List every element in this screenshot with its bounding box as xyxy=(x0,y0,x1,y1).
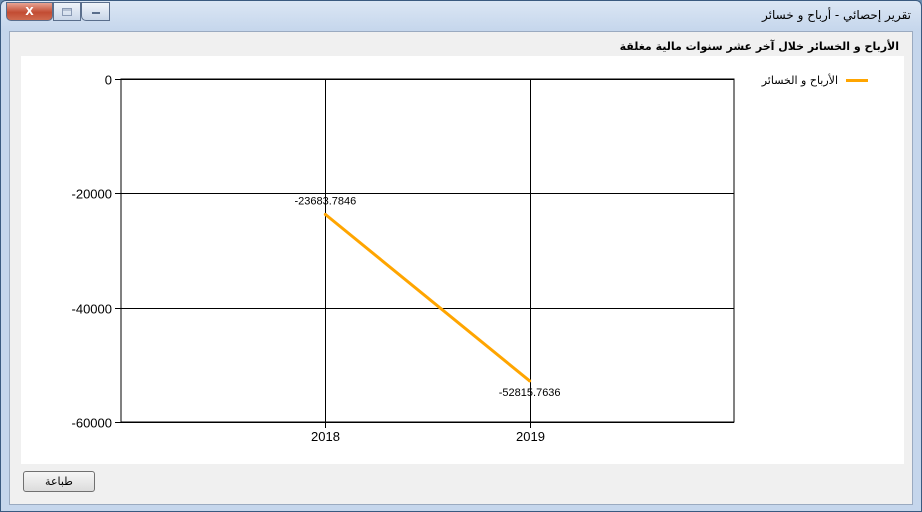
y-tick-label: -40000 xyxy=(72,302,112,317)
report-heading: الأرباح و الخسائر خلال آخر عشر سنوات مال… xyxy=(619,40,899,53)
legend-label: الأرباح و الخسائر xyxy=(761,74,838,87)
data-label: -52815.7636 xyxy=(499,387,561,399)
maximize-icon xyxy=(62,7,72,16)
client-area: الأرباح و الخسائر خلال آخر عشر سنوات مال… xyxy=(9,31,913,505)
x-tick-label: 2018 xyxy=(311,429,340,444)
data-label: -23683.7846 xyxy=(294,195,356,207)
x-tick-label: 2019 xyxy=(516,429,545,444)
minimize-icon xyxy=(91,11,100,14)
data-point xyxy=(528,379,532,383)
data-point xyxy=(323,212,327,216)
minimize-button[interactable] xyxy=(81,2,110,21)
close-button[interactable]: X xyxy=(6,2,53,21)
chart-legend: الأرباح و الخسائر xyxy=(762,74,868,87)
chart-panel: 0 -20000 -40000 -60000 2018 2019 -23683.7846 -5… xyxy=(21,56,904,464)
y-tick-label: -60000 xyxy=(72,416,112,431)
legend-swatch xyxy=(846,79,868,82)
y-tick-label: -20000 xyxy=(72,187,112,202)
title-bar[interactable]: X تقرير إحصائي - أرباح و خسائر xyxy=(1,1,921,31)
y-tick-label: 0 xyxy=(105,73,112,88)
maximize-button[interactable] xyxy=(53,2,81,21)
report-window: X تقرير إحصائي - أرباح و خسائر الأرباح و… xyxy=(0,0,922,512)
plot-area xyxy=(120,78,735,423)
profit-loss-chart: 0 -20000 -40000 -60000 2018 2019 -23683.7846 -5… xyxy=(72,73,735,444)
print-button[interactable]: طباعة xyxy=(23,471,95,492)
window-title: تقرير إحصائي - أرباح و خسائر xyxy=(762,8,911,22)
close-icon: X xyxy=(25,5,34,18)
